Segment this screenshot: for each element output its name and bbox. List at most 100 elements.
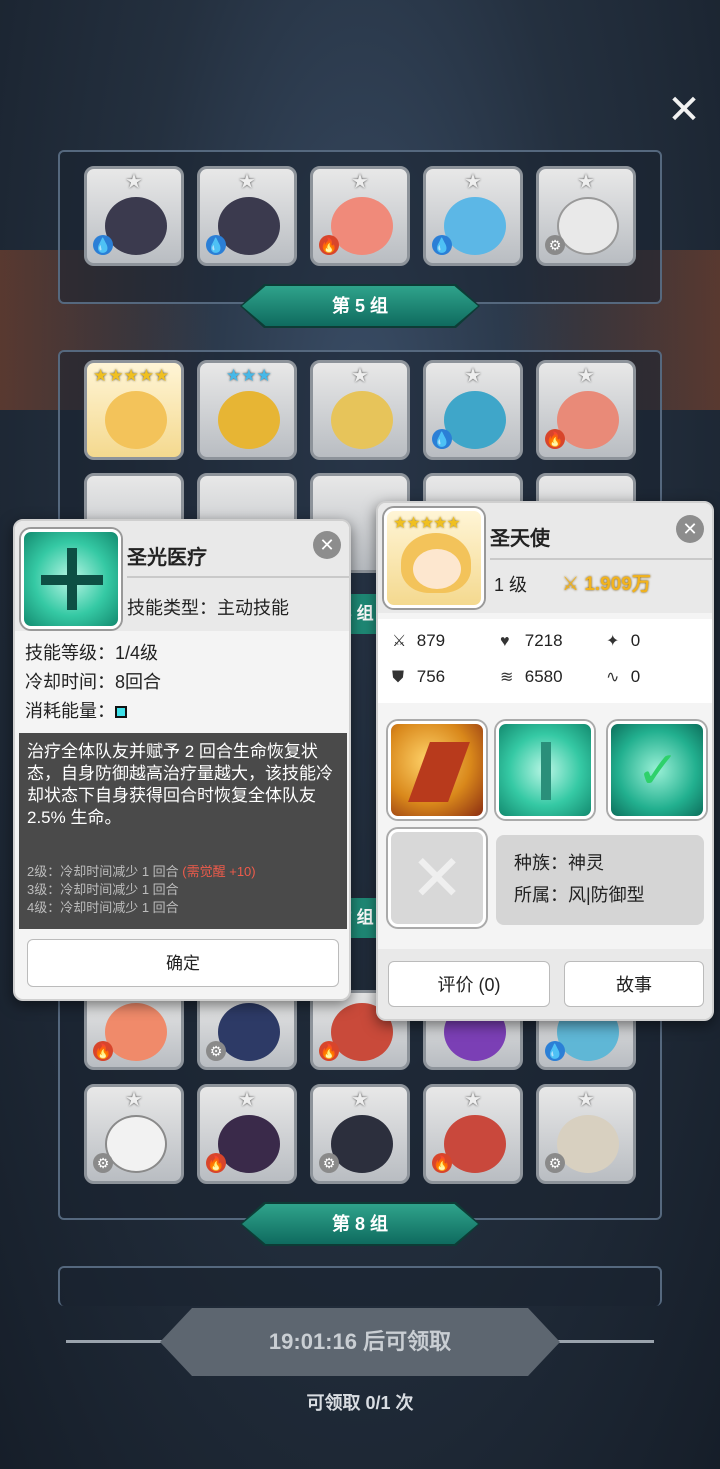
close-icon[interactable]: ✕ <box>676 515 704 543</box>
check-icon: ✓ <box>636 742 680 800</box>
shield-icon: ⛊ <box>392 669 405 686</box>
skill-description: 治疗全体队友并赋予 2 回合生命恢复状态，自身防御越高治疗量越大，该技能冷却状态… <box>27 742 333 827</box>
close-icon[interactable]: ✕ <box>313 531 341 559</box>
heart-icon: ♥ <box>500 633 510 650</box>
skill-type: 技能类型：主动技能 <box>127 598 289 618</box>
stat-value: 6580 <box>524 667 563 686</box>
hero-slot[interactable]: ★ 💧 <box>197 166 297 266</box>
star-icon: ★ <box>464 365 482 387</box>
water-icon: 💧 <box>432 429 452 449</box>
hero-face <box>444 391 506 449</box>
hero-slot[interactable]: ★ 🔥 <box>310 166 410 266</box>
gear-icon: ⚙ <box>93 1153 113 1173</box>
star-icon: ★ <box>351 365 369 387</box>
hero-slot[interactable]: ★ 💧 <box>423 166 523 266</box>
fire-icon: 🔥 <box>93 1041 113 1061</box>
water-icon: 💧 <box>432 235 452 255</box>
hero-face <box>557 1115 619 1173</box>
hero-face <box>105 1115 167 1173</box>
hero-slot[interactable]: 🔥 <box>84 990 184 1070</box>
hero-slot[interactable]: ★★★★★ <box>84 360 184 460</box>
hero-face <box>444 197 506 255</box>
upgrade-line: 3级：冷却时间减少 1 回合 <box>27 881 256 899</box>
gear-icon: ⚙ <box>545 1153 565 1173</box>
hero-face <box>557 197 619 255</box>
hero-portrait: ★★★★★ <box>384 508 484 608</box>
stat-speed: ≋ 6580 <box>500 667 563 687</box>
skill-slot-holy-heal[interactable] <box>496 721 594 819</box>
stat-value: 0 <box>630 667 641 686</box>
claim-timer-button[interactable]: 19:01:16 后可领取 <box>160 1308 560 1376</box>
water-icon: 💧 <box>206 235 226 255</box>
skill-slot-blessing[interactable]: ✓ <box>608 721 706 819</box>
stat-attack: ⚔ 879 <box>392 631 445 651</box>
star-icon: ★ <box>125 1089 143 1111</box>
upgrade-text: 2级：冷却时间减少 1 回合 <box>27 864 183 879</box>
star-icon: ★ <box>464 171 482 193</box>
divider <box>127 576 349 578</box>
hero-slot[interactable]: ★ ⚙ <box>536 1084 636 1184</box>
skill-name: 圣光医疗 <box>127 547 207 569</box>
skill-slot-empty[interactable]: ✕ <box>388 829 486 927</box>
skill-slot-strike[interactable] <box>388 721 486 819</box>
heal-skill-icon <box>541 742 551 800</box>
fire-icon: 🔥 <box>545 429 565 449</box>
upgrade-text: 4级：冷却时间减少 1 回合 <box>27 900 179 915</box>
hero-face <box>444 1115 506 1173</box>
group-8-banner: 第 8 组 <box>242 1204 478 1244</box>
confirm-button[interactable]: 确定 <box>27 939 339 987</box>
review-button[interactable]: 评价 (0) <box>388 961 550 1007</box>
star-icon: ★ <box>577 171 595 193</box>
hero-face <box>218 1003 280 1061</box>
empty-slot-icon: ✕ <box>410 842 464 914</box>
hero-slot[interactable]: ★ 🔥 <box>197 1084 297 1184</box>
stat-value: 0 <box>630 631 641 650</box>
divider <box>490 558 712 560</box>
hero-slot[interactable]: ★ 💧 <box>423 360 523 460</box>
star-icon: ★ <box>238 1089 256 1111</box>
hero-face <box>218 1115 280 1173</box>
skill-energy: 消耗能量： <box>25 697 161 726</box>
group-5-banner: 第 5 组 <box>242 286 478 326</box>
strike-skill-icon <box>408 742 470 802</box>
stat-dodge: ∿ 0 <box>606 667 640 687</box>
energy-icon <box>115 706 127 719</box>
power-icon: ⚔ <box>562 574 585 595</box>
hero-face <box>331 197 393 255</box>
star-icon: ★ <box>464 1089 482 1111</box>
hero-slot[interactable]: ★ 💧 <box>84 166 184 266</box>
skill-level: 技能等级：1/4级 <box>25 643 159 663</box>
close-icon[interactable]: ✕ <box>664 90 704 130</box>
hero-face <box>218 391 280 449</box>
hero-slot[interactable]: ★ ⚙ <box>536 166 636 266</box>
hero-slot[interactable]: ★ 🔥 <box>423 1084 523 1184</box>
upgrade-line: 4级：冷却时间减少 1 回合 <box>27 899 256 917</box>
story-button[interactable]: 故事 <box>564 961 704 1007</box>
hero-slot[interactable]: ★ 🔥 <box>536 360 636 460</box>
star-icon: ★ <box>238 171 256 193</box>
hero-slot[interactable]: ★ ⚙ <box>84 1084 184 1184</box>
hero-slot[interactable]: ★★★ <box>197 360 297 460</box>
cross-icon-bar <box>41 575 103 585</box>
gear-icon: ⚙ <box>545 235 565 255</box>
skill-popup: 圣光医疗 ✕ 技能类型：主动技能 技能等级：1/4级 冷却时间：8回合 消耗能量… <box>13 519 351 1001</box>
hero-face <box>557 391 619 449</box>
power-text: 1.909万 <box>584 574 651 595</box>
hero-face <box>105 197 167 255</box>
hero-slot[interactable]: ⚙ <box>197 990 297 1070</box>
hero-faction: 所属：风|防御型 <box>514 885 645 905</box>
power-value: ⚔ 1.909万 <box>562 569 651 596</box>
water-icon: 💧 <box>545 1041 565 1061</box>
water-icon: 💧 <box>93 235 113 255</box>
star-icon: ★ <box>125 171 143 193</box>
hero-face <box>413 549 461 589</box>
stat-value: 756 <box>416 667 446 686</box>
hero-slot[interactable]: ★ <box>310 360 410 460</box>
group-9-frame <box>58 1266 662 1306</box>
speed-icon: ≋ <box>500 669 514 686</box>
hero-name: 圣天使 <box>490 528 550 550</box>
hero-slot[interactable]: ★ ⚙ <box>310 1084 410 1184</box>
skill-cooldown: 冷却时间：8回合 <box>25 672 162 692</box>
star-icon: ★ <box>351 1089 369 1111</box>
hero-race: 种族：神灵 <box>514 853 604 873</box>
